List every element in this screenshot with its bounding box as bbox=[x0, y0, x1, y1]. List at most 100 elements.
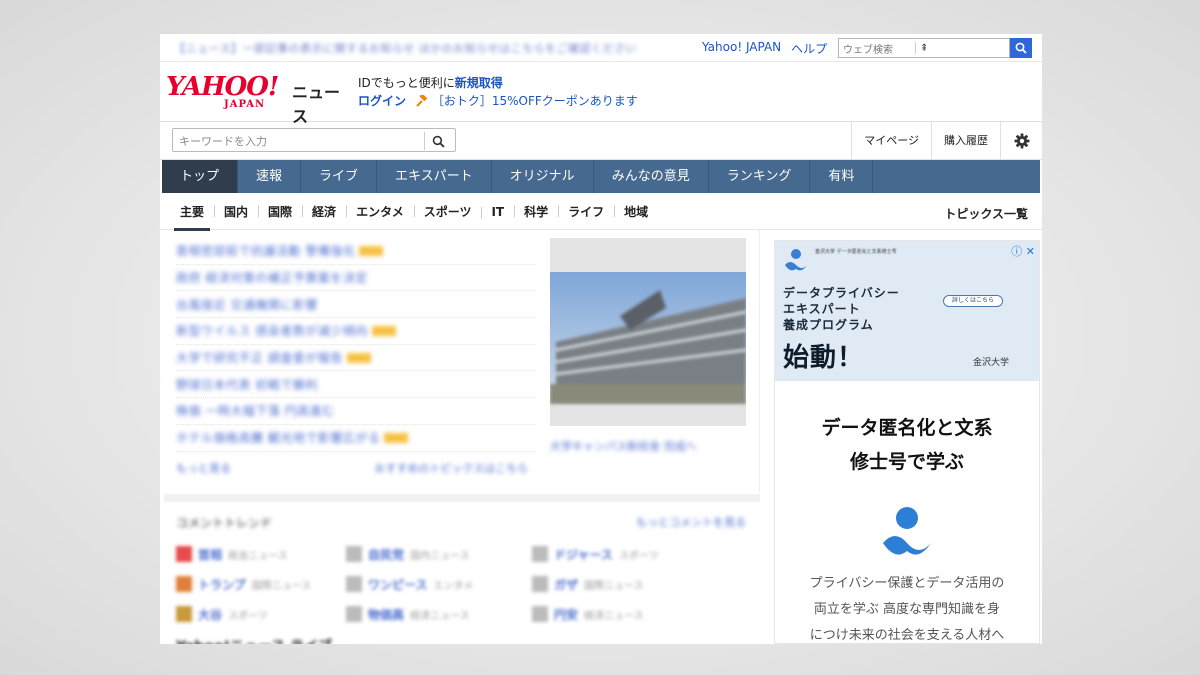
web-search-button[interactable] bbox=[1010, 38, 1032, 58]
trend-item[interactable]: ドジャース スポーツ bbox=[532, 544, 742, 564]
pickup-image[interactable] bbox=[550, 238, 746, 426]
ad-university-name: 金沢大学 bbox=[973, 358, 1010, 368]
top-bar: 【ニュース】一部記事の表示に関するお知らせ ほかのお知らせはこちらをご確認くださ… bbox=[160, 34, 1042, 62]
keyword-placeholder: キーワードを入力 bbox=[179, 135, 267, 148]
trend-item[interactable]: 首相 政治ニュース bbox=[176, 544, 346, 564]
auction-hammer-icon bbox=[416, 95, 428, 107]
category-life[interactable]: ライフ bbox=[558, 203, 614, 220]
category-it[interactable]: IT bbox=[481, 205, 514, 219]
account-info: IDでもっと便利に新規取得 ログイン ［おトク］15%OFFクーポンあります bbox=[358, 74, 638, 110]
headline-text: 台風接近 交通機関に影響 bbox=[176, 297, 318, 312]
purchase-history-link[interactable]: 購入履歴 bbox=[931, 122, 1000, 160]
logo-yahoo: YAHOO! bbox=[166, 72, 279, 102]
headlines-section: 首相官邸前で抗議活動 警備強化 政府 経済対策の補正予算案を決定 台風接近 交通… bbox=[164, 230, 760, 492]
web-search-input[interactable]: ウェブ検索 ⇞ bbox=[838, 38, 1010, 58]
ad-title-line: データプライバシー bbox=[783, 286, 900, 300]
user-links: マイページ 購入履歴 bbox=[851, 122, 1042, 160]
trend-item[interactable]: ワンピース エンタメ bbox=[346, 574, 532, 594]
category-main[interactable]: 主要 bbox=[170, 203, 214, 231]
coupon-link[interactable]: ［おトク］15%OFFクーポンあります bbox=[432, 94, 638, 108]
trend-word: 円安 bbox=[554, 607, 579, 622]
trend-word: 自民党 bbox=[368, 547, 405, 562]
mypage-link[interactable]: マイページ bbox=[851, 122, 931, 160]
trend-sub: 国際ニュース bbox=[584, 580, 644, 592]
rank-badge bbox=[532, 576, 548, 592]
headline-text: ホテル価格高騰 観光地で影響広がる bbox=[176, 431, 381, 446]
trend-item[interactable]: 大谷 スポーツ bbox=[176, 604, 346, 624]
ad-title-line: エキスパート bbox=[783, 302, 861, 316]
category-economy[interactable]: 経済 bbox=[302, 203, 346, 220]
rank-badge bbox=[346, 546, 362, 562]
category-science[interactable]: 科学 bbox=[514, 203, 558, 220]
tab-opinions[interactable]: みんなの意見 bbox=[594, 160, 709, 193]
category-sports[interactable]: スポーツ bbox=[413, 203, 482, 220]
category-local[interactable]: 地域 bbox=[614, 203, 658, 220]
divider bbox=[915, 42, 916, 54]
recommend-link[interactable]: おすすめのトピックスはこちら bbox=[374, 460, 528, 476]
category-world[interactable]: 国際 bbox=[258, 203, 302, 220]
list-item[interactable]: 株価 一時大幅下落 円高進む bbox=[176, 398, 536, 425]
keyboard-icon[interactable]: ⇞ bbox=[920, 43, 928, 54]
trend-item[interactable]: 物価高 経済ニュース bbox=[346, 604, 532, 624]
rank-badge bbox=[532, 546, 548, 562]
list-item[interactable]: 大学で研究不正 調査委が報告 bbox=[176, 345, 536, 372]
signup-link[interactable]: 新規取得 bbox=[455, 76, 503, 90]
search-icon bbox=[432, 135, 445, 148]
ad-detail-button[interactable]: 詳しくはこちら bbox=[943, 295, 1003, 307]
list-item[interactable]: 新型ウイルス 感染者数が減少傾向 bbox=[176, 318, 536, 345]
new-badge bbox=[371, 325, 396, 336]
trend-item[interactable]: 自民党 国内ニュース bbox=[346, 544, 532, 564]
list-item[interactable]: 野球日本代表 初戦で勝利 bbox=[176, 371, 536, 399]
category-entertainment[interactable]: エンタメ bbox=[346, 203, 414, 220]
trend-item[interactable]: 円安 経済ニュース bbox=[532, 604, 742, 624]
trend-item[interactable]: トランプ 国際ニュース bbox=[176, 574, 346, 594]
news-page: 【ニュース】一部記事の表示に関するお知らせ ほかのお知らせはこちらをご確認くださ… bbox=[160, 34, 1042, 644]
trend-sub: スポーツ bbox=[228, 610, 268, 622]
tab-live[interactable]: ライブ bbox=[301, 160, 378, 193]
ad-close-icon[interactable]: ⓘ ✕ bbox=[1011, 243, 1035, 259]
live-section-title[interactable]: Yahoo!ニュース ライブ bbox=[176, 636, 332, 644]
list-item[interactable]: ホテル価格高騰 観光地で影響広がる bbox=[176, 425, 536, 452]
rank-badge bbox=[176, 546, 192, 562]
ad-banner[interactable]: 金沢大学 データ匿名化と文系修士号 データプライバシー エキスパート 養成プログ… bbox=[775, 241, 1039, 381]
ad-heading-line: 修士号で学ぶ bbox=[849, 451, 964, 473]
help-link[interactable]: ヘルプ bbox=[791, 40, 827, 57]
rank-badge bbox=[176, 576, 192, 592]
keyword-search-button[interactable] bbox=[424, 132, 452, 150]
more-link[interactable]: もっと見る bbox=[176, 460, 231, 476]
tab-expert[interactable]: エキスパート bbox=[377, 160, 492, 193]
tab-ranking[interactable]: ランキング bbox=[709, 160, 811, 193]
login-link[interactable]: ログイン bbox=[358, 94, 406, 108]
main-nav: トップ 速報 ライブ エキスパート オリジナル みんなの意見 ランキング 有料 bbox=[162, 160, 1040, 193]
category-domestic[interactable]: 国内 bbox=[214, 203, 258, 220]
headline-text: 政府 経済対策の補正予算案を決定 bbox=[176, 271, 368, 286]
university-logo-icon bbox=[785, 249, 807, 271]
trend-item[interactable]: ガザ 国際ニュース bbox=[532, 574, 742, 594]
keyword-search-input[interactable]: キーワードを入力 bbox=[172, 128, 456, 152]
comment-trend-title: コメントトレンド bbox=[176, 516, 273, 530]
ad-panel[interactable]: 金沢大学 データ匿名化と文系修士号 データプライバシー エキスパート 養成プログ… bbox=[774, 240, 1040, 644]
ad-body-line: につけ未来の社会を支える人材へ bbox=[809, 628, 1005, 643]
comment-more-link[interactable]: もっとコメントを見る bbox=[636, 514, 746, 530]
university-logo-icon bbox=[883, 507, 931, 555]
tab-top[interactable]: トップ bbox=[162, 160, 239, 193]
trend-sub: 経済ニュース bbox=[410, 610, 470, 622]
list-item[interactable]: 台風接近 交通機関に影響 bbox=[176, 291, 536, 319]
top-notice-link[interactable]: 【ニュース】一部記事の表示に関するお知らせ ほかのお知らせはこちらをご確認くださ… bbox=[174, 40, 637, 56]
header: YAHOO! JAPAN ニュース IDでもっと便利に新規取得 ログイン ［おト… bbox=[160, 62, 1042, 126]
ad-body-line: プライバシー保護とデータ活用の bbox=[809, 576, 1005, 591]
headline-footer: もっと見る おすすめのトピックスはこちら bbox=[176, 460, 528, 476]
tab-original[interactable]: オリジナル bbox=[492, 160, 594, 193]
yahoo-japan-link[interactable]: Yahoo! JAPAN bbox=[702, 40, 781, 57]
search-icon bbox=[1015, 42, 1027, 54]
signup-prompt: IDでもっと便利に bbox=[358, 76, 455, 90]
tab-breaking[interactable]: 速報 bbox=[238, 160, 302, 193]
topics-all-link[interactable]: トピックス一覧 bbox=[944, 205, 1028, 222]
list-item[interactable]: 政府 経済対策の補正予算案を決定 bbox=[176, 265, 536, 292]
tab-paid[interactable]: 有料 bbox=[810, 160, 874, 193]
rank-badge bbox=[346, 606, 362, 622]
yahoo-news-logo[interactable]: YAHOO! JAPAN ニュース bbox=[166, 72, 354, 126]
list-item[interactable]: 首相官邸前で抗議活動 警備強化 bbox=[176, 238, 536, 265]
pickup-caption[interactable]: 大学キャンパス新校舎 完成へ bbox=[550, 438, 746, 454]
settings-button[interactable] bbox=[1000, 122, 1042, 160]
